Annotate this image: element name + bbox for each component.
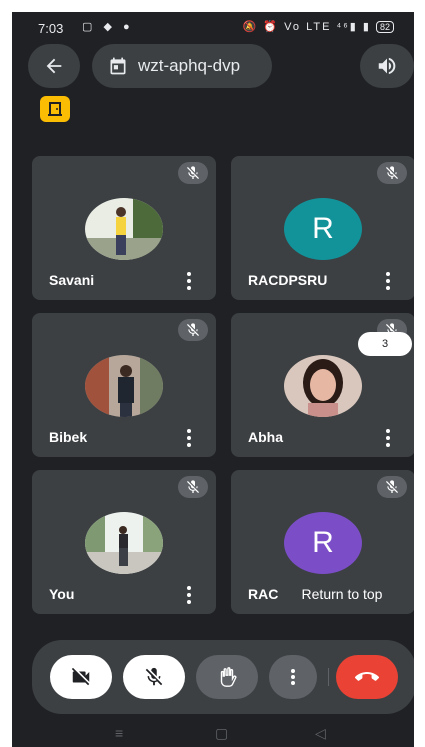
participant-name: Bibek bbox=[49, 429, 88, 445]
mic-off-icon bbox=[145, 667, 163, 686]
end-call-button[interactable] bbox=[336, 655, 398, 699]
more-vert-icon[interactable] bbox=[184, 429, 194, 447]
home-button[interactable]: ▢ bbox=[215, 725, 228, 742]
mic-off-icon bbox=[178, 319, 208, 341]
back-nav-button[interactable]: ◁ bbox=[315, 725, 326, 742]
notification-icons: ▢ ◆ ● bbox=[82, 21, 134, 33]
arrow-back-icon bbox=[46, 58, 62, 74]
participant-name: Savani bbox=[49, 272, 95, 288]
avatar: R bbox=[284, 512, 362, 574]
recents-button[interactable]: ≡ bbox=[115, 725, 123, 741]
participant-photo bbox=[85, 512, 163, 574]
page-count-badge: 3 bbox=[358, 332, 412, 356]
status-bar: 7:03 ▢ ◆ ● 🔕 ⏰ Vo LTE ⁴⁶▮ ▮ 82 bbox=[12, 12, 414, 44]
avatar: R bbox=[284, 198, 362, 260]
raise-hand-button[interactable] bbox=[196, 655, 258, 699]
participant-photo bbox=[85, 198, 163, 260]
participant-name: You bbox=[49, 586, 75, 602]
host-controls-badge[interactable] bbox=[40, 96, 70, 122]
more-vert-icon[interactable] bbox=[184, 272, 194, 290]
participant-name: Abha bbox=[248, 429, 283, 445]
more-vert-icon[interactable] bbox=[184, 586, 194, 604]
participant-tile[interactable]: Savani bbox=[32, 156, 216, 300]
camera-toggle-button[interactable] bbox=[50, 655, 112, 699]
participant-tile[interactable]: R RACDPSRU bbox=[231, 156, 414, 300]
mic-toggle-button[interactable] bbox=[123, 655, 185, 699]
end-call-icon bbox=[355, 672, 379, 681]
raise-hand-icon bbox=[220, 667, 237, 687]
more-vert-icon bbox=[291, 669, 295, 685]
door-icon bbox=[48, 102, 62, 116]
more-options-button[interactable] bbox=[269, 655, 317, 699]
meet-screen: 7:03 ▢ ◆ ● 🔕 ⏰ Vo LTE ⁴⁶▮ ▮ 82 wzt-aphq-… bbox=[12, 12, 414, 747]
speaker-icon bbox=[378, 57, 396, 75]
participant-name: RAC bbox=[248, 586, 279, 602]
participant-photo bbox=[284, 355, 362, 417]
signal-icons: 🔕 ⏰ Vo LTE ⁴⁶▮ ▮ bbox=[242, 21, 371, 33]
meeting-info-button[interactable]: wzt-aphq-dvp bbox=[92, 44, 272, 88]
meeting-code: wzt-aphq-dvp bbox=[138, 56, 241, 75]
back-button[interactable] bbox=[28, 44, 80, 88]
battery-icon: 82 bbox=[375, 21, 394, 33]
mic-off-icon bbox=[377, 162, 407, 184]
calendar-icon bbox=[110, 57, 126, 75]
more-vert-icon[interactable] bbox=[383, 429, 393, 447]
audio-output-button[interactable] bbox=[360, 44, 414, 88]
return-to-top-button[interactable]: Return to top bbox=[278, 580, 406, 608]
mic-off-icon bbox=[178, 476, 208, 498]
video-off-icon bbox=[71, 667, 90, 686]
call-controls-bar bbox=[32, 640, 414, 714]
participant-tile[interactable]: Bibek bbox=[32, 313, 216, 457]
participant-name: RACDPSRU bbox=[248, 272, 328, 288]
status-time: 7:03 bbox=[38, 21, 64, 36]
participant-tile[interactable]: You bbox=[32, 470, 216, 614]
system-icons: 🔕 ⏰ Vo LTE ⁴⁶▮ ▮ 82 bbox=[243, 20, 394, 33]
controls-divider bbox=[328, 668, 329, 686]
mic-off-icon bbox=[377, 476, 407, 498]
more-vert-icon[interactable] bbox=[383, 272, 393, 290]
participant-photo bbox=[85, 355, 163, 417]
mic-off-icon bbox=[178, 162, 208, 184]
system-nav-bar: ≡ ▢ ◁ bbox=[12, 718, 414, 747]
